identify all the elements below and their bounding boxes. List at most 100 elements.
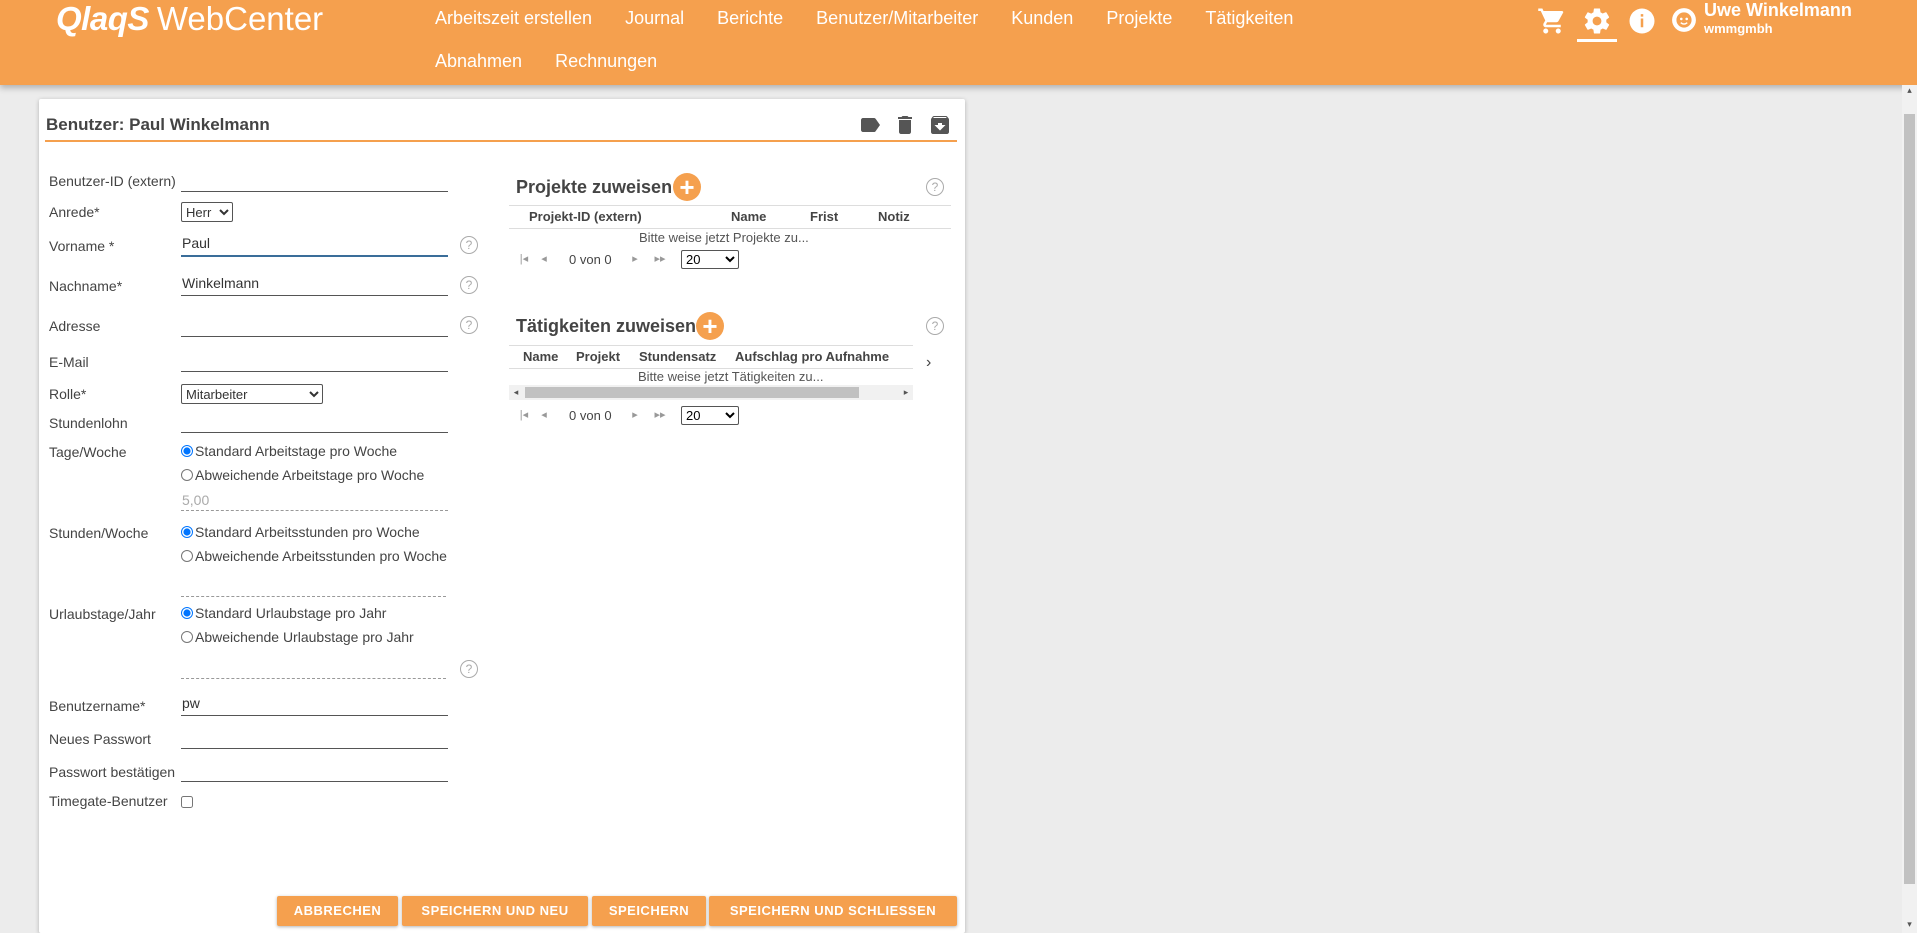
wage-input[interactable]: [181, 412, 448, 433]
role-select[interactable]: Mitarbeiter: [181, 384, 323, 404]
hours-custom-radio[interactable]: Abweichende Arbeitsstunden pro Woche: [181, 548, 447, 564]
activities-page-info: 0 von 0: [569, 408, 612, 423]
chevron-right-icon[interactable]: ›: [926, 354, 931, 372]
scroll-down-icon[interactable]: ▾: [1902, 919, 1917, 933]
new-password-input[interactable]: [181, 728, 448, 749]
last-page-icon[interactable]: ▸▸: [653, 252, 667, 266]
main-nav-row-2: Abnahmen Rechnungen: [435, 51, 690, 72]
prev-page-icon[interactable]: ◂: [537, 408, 551, 422]
page-vscroll-thumb[interactable]: [1904, 114, 1915, 884]
user-name[interactable]: Uwe Winkelmann: [1704, 0, 1852, 21]
lastname-input[interactable]: [181, 271, 448, 296]
gear-icon[interactable]: [1582, 6, 1612, 36]
projects-col-note[interactable]: Notiz: [878, 209, 910, 224]
address-label: Adresse: [49, 318, 101, 334]
first-page-icon[interactable]: |◂: [517, 252, 531, 266]
page-vscrollbar[interactable]: ▴ ▾: [1902, 85, 1917, 933]
scroll-left-icon[interactable]: ◂: [509, 385, 523, 400]
activities-col-surcharge[interactable]: Aufschlag pro Aufnahme: [735, 349, 889, 364]
last-page-icon[interactable]: ▸▸: [653, 408, 667, 422]
app-logo[interactable]: QlaqS WebCenter: [56, 0, 323, 38]
nav-arbeitszeit-erstellen[interactable]: Arbeitszeit erstellen: [435, 8, 592, 29]
timegate-checkbox[interactable]: [181, 796, 193, 808]
hours-standard-radio-input[interactable]: [181, 526, 193, 538]
first-page-icon[interactable]: |◂: [517, 408, 531, 422]
vacation-custom-label: Abweichende Urlaubstage pro Jahr: [195, 629, 414, 645]
salutation-select[interactable]: Herr: [181, 202, 233, 222]
add-project-button[interactable]: +: [673, 173, 701, 201]
days-custom-radio-input[interactable]: [181, 469, 193, 481]
days-standard-radio-input[interactable]: [181, 445, 193, 457]
vacation-value-line[interactable]: [181, 678, 446, 679]
projects-col-id[interactable]: Projekt-ID (extern): [529, 209, 642, 224]
prev-page-icon[interactable]: ◂: [537, 252, 551, 266]
vacation-custom-radio[interactable]: Abweichende Urlaubstage pro Jahr: [181, 629, 414, 645]
activities-title: Tätigkeiten zuweisen: [516, 316, 697, 336]
nav-berichte[interactable]: Berichte: [717, 8, 783, 29]
nav-projekte[interactable]: Projekte: [1106, 8, 1172, 29]
activities-table-header: Name Projekt Stundensatz Aufschlag pro A…: [509, 345, 913, 369]
save-and-close-button[interactable]: SPEICHERN UND SCHLIESSEN: [709, 896, 957, 926]
cancel-button[interactable]: ABBRECHEN: [277, 896, 398, 926]
archive-icon[interactable]: [928, 113, 952, 137]
nav-benutzer-mitarbeiter[interactable]: Benutzer/Mitarbeiter: [816, 8, 978, 29]
vacation-standard-radio[interactable]: Standard Urlaubstage pro Jahr: [181, 605, 386, 621]
hours-standard-radio[interactable]: Standard Arbeitsstunden pro Woche: [181, 524, 420, 540]
save-button[interactable]: SPEICHERN: [592, 896, 706, 926]
days-standard-radio[interactable]: Standard Arbeitstage pro Woche: [181, 443, 397, 459]
next-page-icon[interactable]: ▸: [628, 252, 642, 266]
projects-page-size-select[interactable]: 20: [681, 250, 739, 269]
cart-icon[interactable]: [1537, 6, 1567, 36]
email-label: E-Mail: [49, 354, 89, 370]
activities-hscrollbar[interactable]: ◂ ▸: [509, 385, 913, 400]
help-icon[interactable]: ?: [460, 236, 478, 254]
activities-col-project[interactable]: Projekt: [576, 349, 620, 364]
nav-abnahmen[interactable]: Abnahmen: [435, 51, 522, 72]
activities-col-name[interactable]: Name: [523, 349, 558, 364]
projects-col-deadline[interactable]: Frist: [810, 209, 838, 224]
email-input[interactable]: [181, 351, 448, 372]
hours-label: Stunden/Woche: [49, 525, 149, 541]
salutation-label: Anrede*: [49, 204, 100, 220]
user-avatar-icon[interactable]: [1671, 7, 1697, 33]
vacation-standard-label: Standard Urlaubstage pro Jahr: [195, 605, 387, 621]
timegate-label: Timegate-Benutzer: [49, 793, 168, 809]
help-icon[interactable]: ?: [926, 178, 944, 196]
logo-brand: QlaqS: [56, 0, 149, 37]
activities-empty-text: Bitte weise jetzt Tätigkeiten zu...: [638, 369, 824, 384]
firstname-input[interactable]: [181, 231, 448, 257]
ext-id-input[interactable]: [181, 171, 448, 192]
days-custom-radio[interactable]: Abweichende Arbeitstage pro Woche: [181, 467, 424, 483]
vacation-standard-radio-input[interactable]: [181, 607, 193, 619]
role-label: Rolle*: [49, 386, 87, 402]
projects-col-name[interactable]: Name: [731, 209, 766, 224]
hours-value-line[interactable]: [181, 596, 446, 597]
confirm-password-input[interactable]: [181, 761, 448, 782]
nav-taetigkeiten[interactable]: Tätigkeiten: [1205, 8, 1293, 29]
help-icon[interactable]: ?: [460, 660, 478, 678]
activities-page-size-select[interactable]: 20: [681, 406, 739, 425]
scroll-up-icon[interactable]: ▴: [1902, 85, 1917, 99]
days-value-input[interactable]: [181, 490, 448, 511]
next-page-icon[interactable]: ▸: [628, 408, 642, 422]
nav-journal[interactable]: Journal: [625, 8, 684, 29]
nav-rechnungen[interactable]: Rechnungen: [555, 51, 657, 72]
activities-col-rate[interactable]: Stundensatz: [639, 349, 716, 364]
help-icon[interactable]: ?: [926, 317, 944, 335]
address-input[interactable]: [181, 312, 448, 337]
help-icon[interactable]: ?: [460, 276, 478, 294]
vacation-custom-radio-input[interactable]: [181, 631, 193, 643]
add-activity-button[interactable]: +: [696, 312, 724, 340]
trash-icon[interactable]: [893, 113, 917, 137]
scroll-right-icon[interactable]: ▸: [899, 385, 913, 400]
help-icon[interactable]: ?: [460, 316, 478, 334]
main-nav-row-1: Arbeitszeit erstellen Journal Berichte Benu…: [435, 8, 1326, 29]
activities-hscroll-thumb[interactable]: [525, 387, 859, 398]
tag-icon[interactable]: [858, 113, 882, 137]
info-icon[interactable]: [1627, 6, 1657, 36]
days-standard-label: Standard Arbeitstage pro Woche: [195, 443, 398, 459]
username-input[interactable]: [181, 691, 448, 716]
save-and-new-button[interactable]: SPEICHERN UND NEU: [402, 896, 588, 926]
hours-custom-radio-input[interactable]: [181, 550, 193, 562]
nav-kunden[interactable]: Kunden: [1011, 8, 1073, 29]
